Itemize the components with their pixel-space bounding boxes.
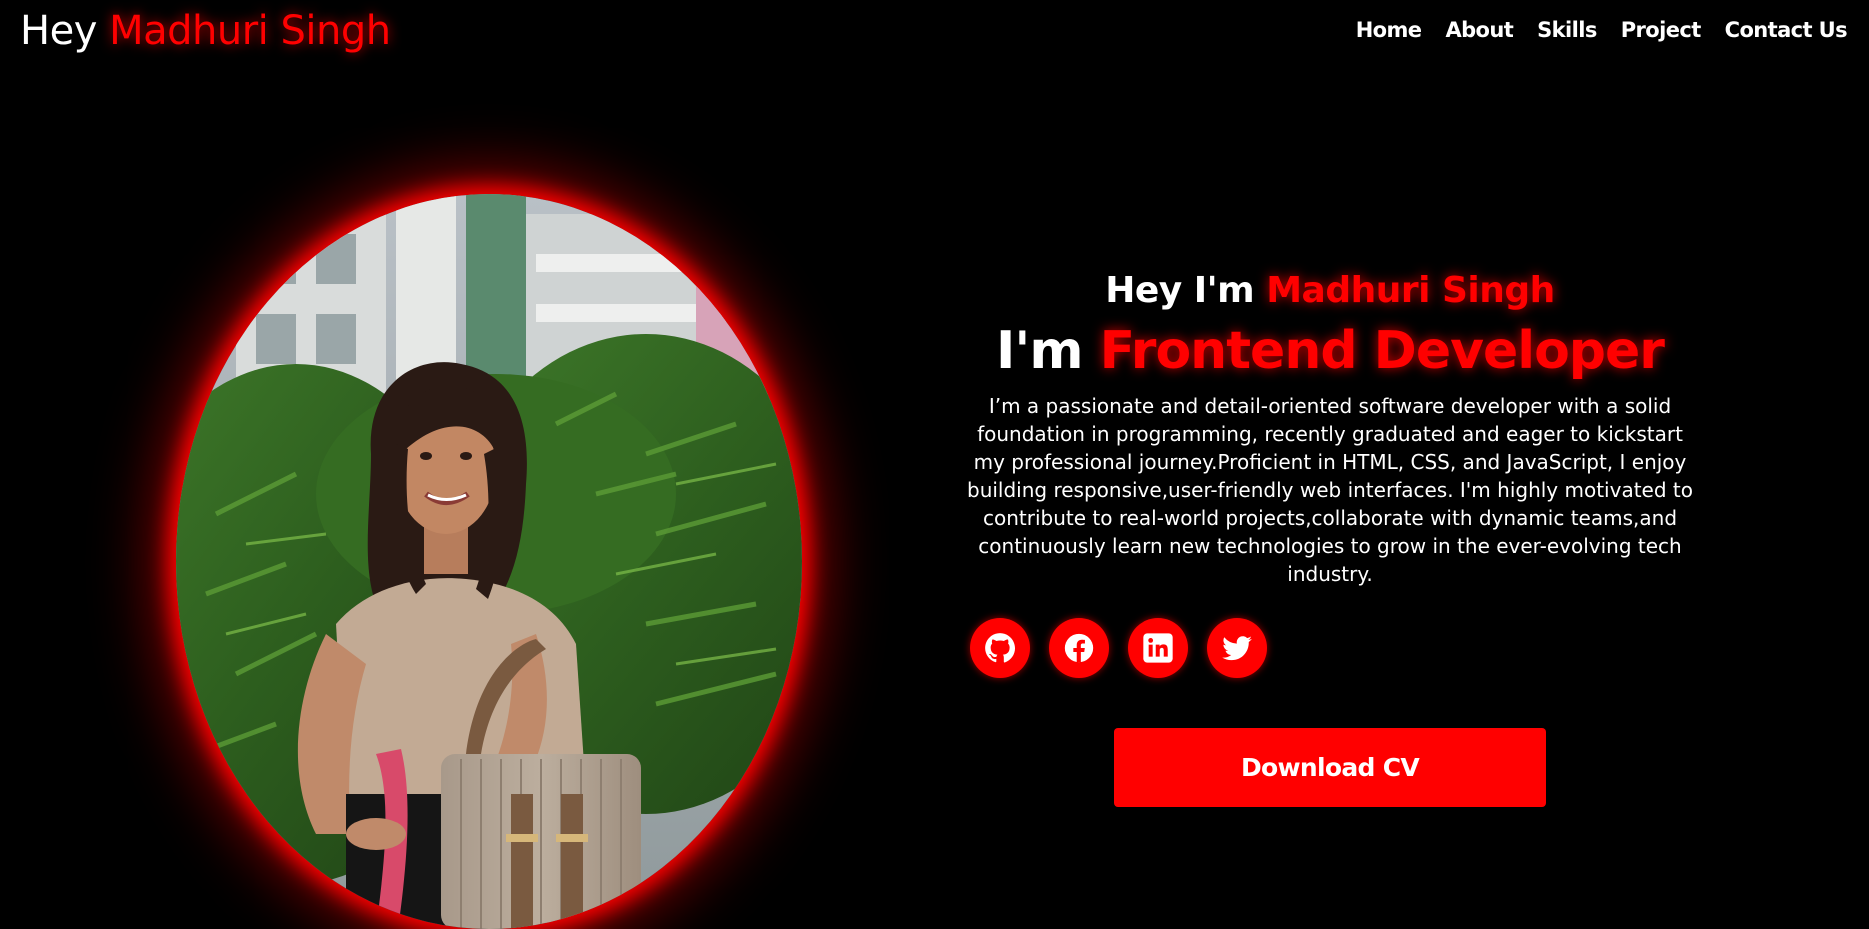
role-prefix: I'm [996,321,1083,381]
role-heading: I'm Frontend Developer [962,316,1698,386]
site-header: Hey Madhuri Singh Home About Skills Proj… [0,0,1869,76]
logo-name: Madhuri Singh [109,8,391,54]
hero-section: Hey I'm Madhuri Singh I'm Frontend Devel… [0,76,1869,929]
github-icon [985,633,1016,663]
github-link[interactable] [970,618,1030,678]
download-cv-button[interactable]: Download CV [1114,728,1546,807]
nav-home[interactable]: Home [1356,14,1422,46]
nav-about[interactable]: About [1445,14,1513,46]
greeting-heading: Hey I'm Madhuri Singh [962,268,1698,314]
linkedin-link[interactable] [1128,618,1188,678]
twitter-icon [1222,636,1252,661]
facebook-link[interactable] [1049,618,1109,678]
linkedin-icon [1143,633,1173,663]
profile-photo [176,194,802,929]
nav-skills[interactable]: Skills [1537,14,1597,46]
logo[interactable]: Hey Madhuri Singh [20,4,391,58]
nav-contact-us[interactable]: Contact Us [1725,14,1848,46]
main-nav: Home About Skills Project Contact Us [1356,14,1848,46]
bio-paragraph: I’m a passionate and detail-oriented sof… [967,394,1693,586]
social-links [970,618,1267,678]
role-title: Frontend Developer [1099,321,1665,381]
greeting-prefix: Hey I'm [1105,270,1255,311]
logo-prefix: Hey [20,8,97,54]
greeting-name: Madhuri Singh [1266,270,1555,311]
intro-text: Hey I'm Madhuri Singh I'm Frontend Devel… [962,268,1698,588]
nav-project[interactable]: Project [1621,14,1702,46]
twitter-link[interactable] [1207,618,1267,678]
facebook-icon [1064,633,1094,663]
